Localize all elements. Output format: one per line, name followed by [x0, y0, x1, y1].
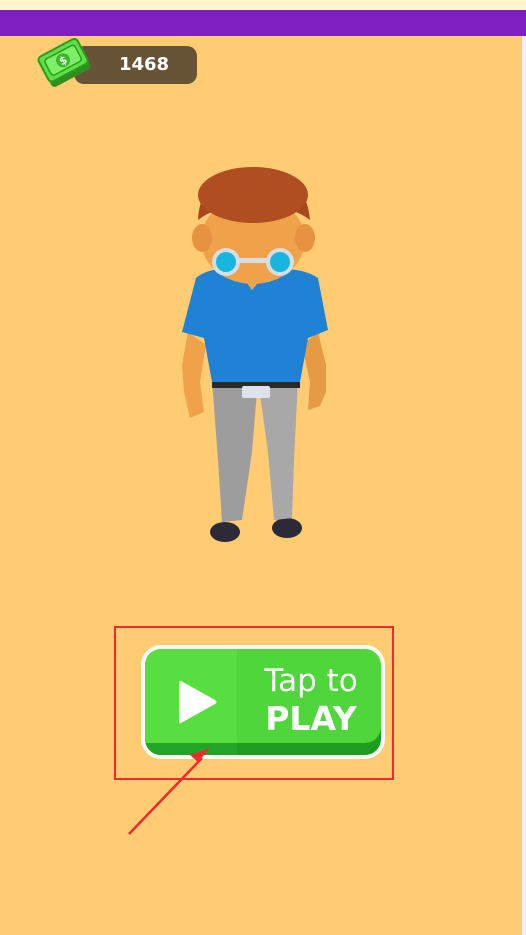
play-button-face: Tap to PLAY: [145, 649, 381, 755]
top-strip: [0, 0, 526, 10]
cash-icon: $: [37, 37, 91, 87]
tap-to-label: Tap to: [264, 663, 358, 699]
play-label: PLAY: [265, 699, 357, 738]
right-edge: [522, 36, 526, 935]
currency-counter: 1468 $: [34, 32, 197, 90]
play-icon: [179, 680, 217, 724]
player-character: [182, 167, 328, 542]
tap-to-play-button[interactable]: Tap to PLAY: [141, 645, 385, 759]
currency-amount: 1468: [118, 54, 170, 75]
